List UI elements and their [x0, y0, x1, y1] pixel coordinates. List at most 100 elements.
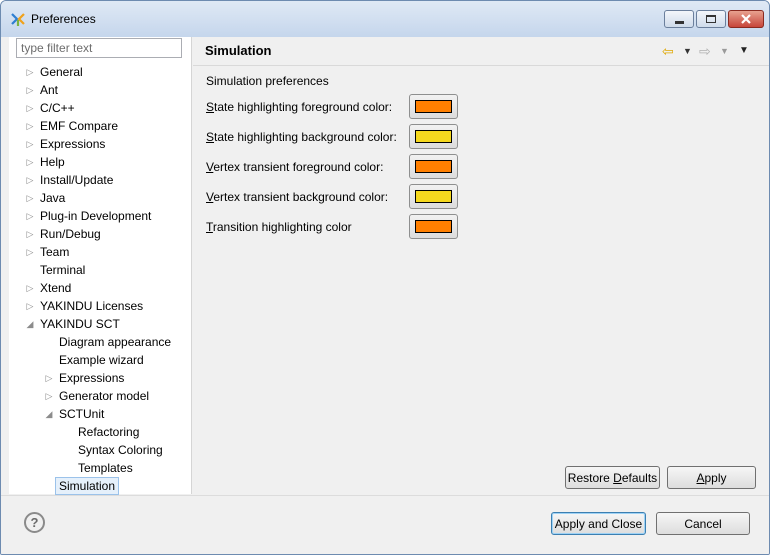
- tree-item[interactable]: Diagram appearance: [9, 333, 192, 351]
- maximize-button[interactable]: [696, 10, 726, 28]
- collapsed-triangle-icon[interactable]: ▷: [24, 297, 36, 315]
- label-text: ransition highlighting color: [212, 220, 352, 234]
- tree-item-label: Expressions: [40, 137, 106, 151]
- tree-item-label: SCTUnit: [59, 407, 105, 421]
- collapsed-triangle-icon[interactable]: ▷: [24, 171, 36, 189]
- tree-item-label: Team: [40, 245, 70, 259]
- color-picker-button[interactable]: [409, 214, 458, 239]
- restore-label-mnemonic: D: [613, 470, 622, 485]
- color-pref-label: Vertex transient background color:: [206, 190, 388, 204]
- collapsed-triangle-icon[interactable]: ▷: [24, 81, 36, 99]
- label-mnemonic: S: [206, 100, 215, 114]
- color-pref-label: State highlighting foreground color:: [206, 100, 392, 114]
- collapsed-triangle-icon[interactable]: ▷: [24, 225, 36, 243]
- collapsed-triangle-icon[interactable]: ▷: [24, 63, 36, 81]
- tree-item-label: Ant: [40, 83, 59, 97]
- color-picker-button[interactable]: [409, 154, 458, 179]
- expanded-triangle-icon[interactable]: ◢: [24, 315, 36, 333]
- tree-item[interactable]: Syntax Coloring: [9, 441, 192, 459]
- close-icon: [741, 14, 751, 24]
- color-picker-button[interactable]: [409, 124, 458, 149]
- expanded-triangle-icon[interactable]: ◢: [43, 405, 55, 423]
- back-arrow-icon[interactable]: ⇦: [662, 42, 674, 60]
- tree-item[interactable]: ▷ Generator model: [9, 387, 192, 405]
- tree-item-label: Expressions: [59, 371, 125, 385]
- preference-page: Simulation ⇦ ▼ ⇨ ▼ ▼ Simulation preferen…: [193, 37, 769, 494]
- color-picker-button[interactable]: [409, 184, 458, 209]
- tree-item-label: Install/Update: [40, 173, 114, 187]
- tree-item[interactable]: ▷ Team: [9, 243, 192, 261]
- close-button[interactable]: [728, 10, 764, 28]
- tree-item[interactable]: ▷ Install/Update: [9, 171, 192, 189]
- collapsed-triangle-icon[interactable]: ▷: [24, 279, 36, 297]
- collapsed-triangle-icon[interactable]: ▷: [24, 153, 36, 171]
- tree-item[interactable]: ▷ EMF Compare: [9, 117, 192, 135]
- dialog-footer: ? Apply and Close Cancel: [1, 495, 769, 554]
- tree-item-label: Run/Debug: [40, 227, 101, 241]
- color-picker-button[interactable]: [409, 94, 458, 119]
- tree-item[interactable]: ◢ YAKINDU SCT: [9, 315, 192, 333]
- filter-input[interactable]: [16, 38, 182, 58]
- tree-item-label: Templates: [78, 461, 133, 475]
- tree-item[interactable]: ▷ Xtend: [9, 279, 192, 297]
- minimize-button[interactable]: [664, 10, 694, 28]
- color-swatch: [415, 220, 452, 233]
- tree-item[interactable]: Terminal: [9, 261, 192, 279]
- tree-item-label: Xtend: [40, 281, 72, 295]
- preferences-window: Preferences ▷ General ▷ Ant ▷ C/C++ ▷ EMF Compa…: [0, 0, 770, 555]
- tree-item[interactable]: ▷ C/C++: [9, 99, 192, 117]
- color-swatch: [415, 160, 452, 173]
- collapsed-triangle-icon[interactable]: ▷: [24, 243, 36, 261]
- tree-item[interactable]: Refactoring: [9, 423, 192, 441]
- tree-item[interactable]: ▷ Run/Debug: [9, 225, 192, 243]
- collapsed-triangle-icon[interactable]: ▷: [24, 135, 36, 153]
- tree-item[interactable]: ◢ SCTUnit: [9, 405, 192, 423]
- restore-defaults-button[interactable]: Restore Defaults: [565, 466, 660, 489]
- collapsed-triangle-icon[interactable]: ▷: [43, 387, 55, 405]
- back-history-dropdown-icon[interactable]: ▼: [683, 42, 692, 60]
- color-pref-row: Transition highlighting color: [193, 214, 769, 240]
- collapsed-triangle-icon[interactable]: ▷: [24, 117, 36, 135]
- tree-item[interactable]: ▷ Expressions: [9, 135, 192, 153]
- tree-item[interactable]: Simulation: [9, 477, 192, 495]
- tree-item[interactable]: ▷ Help: [9, 153, 192, 171]
- color-pref-row: Vertex transient background color:: [193, 184, 769, 210]
- color-swatch: [415, 190, 452, 203]
- tree-item[interactable]: Templates: [9, 459, 192, 477]
- apply-label-post: pply: [704, 470, 727, 485]
- minimize-icon: [674, 20, 684, 24]
- forward-arrow-icon[interactable]: ⇨: [699, 42, 711, 60]
- tree-item[interactable]: ▷ Ant: [9, 81, 192, 99]
- cancel-button[interactable]: Cancel: [656, 512, 750, 535]
- tree-item-label: Java: [40, 191, 66, 205]
- page-header: Simulation ⇦ ▼ ⇨ ▼ ▼: [193, 37, 769, 66]
- collapsed-triangle-icon[interactable]: ▷: [24, 207, 36, 225]
- color-swatch: [415, 130, 452, 143]
- restore-label-post: efaults: [621, 470, 658, 485]
- color-swatch: [415, 100, 452, 113]
- tree-item[interactable]: ▷ Expressions: [9, 369, 192, 387]
- help-icon[interactable]: ?: [24, 512, 45, 533]
- tree-item-label: Simulation: [55, 477, 120, 495]
- label-text: tate highlighting foreground color:: [214, 100, 393, 114]
- tree-item-label: General: [40, 65, 83, 79]
- tree-item[interactable]: ▷ Java: [9, 189, 192, 207]
- window-title: Preferences: [31, 12, 96, 26]
- view-menu-icon[interactable]: ▼: [739, 42, 749, 60]
- tree-item[interactable]: ▷ General: [9, 63, 192, 81]
- apply-button[interactable]: Apply: [667, 466, 756, 489]
- tree-item[interactable]: ▷ YAKINDU Licenses: [9, 297, 192, 315]
- apply-and-close-button[interactable]: Apply and Close: [551, 512, 646, 535]
- tree-item[interactable]: Example wizard: [9, 351, 192, 369]
- color-pref-row: Vertex transient foreground color:: [193, 154, 769, 180]
- collapsed-triangle-icon[interactable]: ▷: [24, 99, 36, 117]
- label-text: ertex transient background color:: [213, 190, 389, 204]
- collapsed-triangle-icon[interactable]: ▷: [43, 369, 55, 387]
- tree-item[interactable]: ▷ Plug-in Development: [9, 207, 192, 225]
- tree-item-label: EMF Compare: [40, 119, 119, 133]
- page-title: Simulation: [205, 43, 272, 58]
- forward-history-dropdown-icon[interactable]: ▼: [720, 42, 729, 60]
- collapsed-triangle-icon[interactable]: ▷: [24, 189, 36, 207]
- tree-item-label: Example wizard: [59, 353, 144, 367]
- tree-item-label: Diagram appearance: [59, 335, 172, 349]
